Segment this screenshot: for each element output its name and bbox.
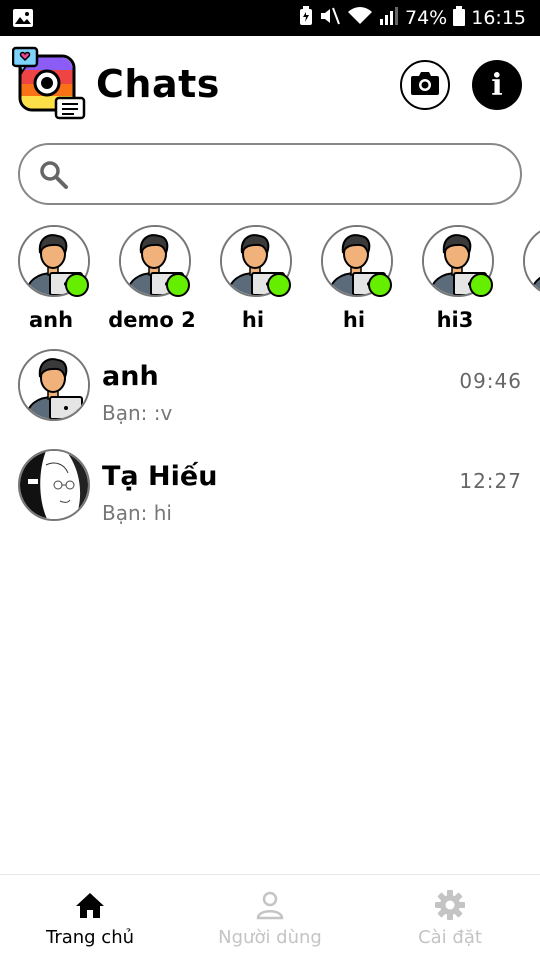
active-user-name: te [505,308,540,332]
camera-button[interactable] [400,60,450,110]
nav-settings[interactable]: Cài đặt [360,875,540,961]
active-user-item[interactable]: hi [202,222,302,342]
home-icon [74,889,106,921]
info-button[interactable]: i [472,60,522,110]
battery-saver-icon [299,5,313,31]
active-user-name: demo 2 [108,308,196,332]
wifi-icon [347,6,373,31]
active-user-name: hi3 [436,308,474,332]
active-user-item[interactable]: anh [0,222,100,342]
nav-users-label: Người dùng [218,927,322,948]
active-user-item[interactable]: te [505,222,540,342]
active-user-name: hi [342,308,366,332]
chat-last-message: Bạn: hi [102,501,172,525]
clock: 16:15 [471,7,526,29]
online-status-dot [267,273,291,297]
search-input[interactable] [84,155,508,195]
page-title: Chats [96,62,220,106]
online-status-dot [166,273,190,297]
nav-users[interactable]: Người dùng [180,875,360,961]
search-icon [38,159,70,195]
chat-last-message: Bạn: :v [102,401,173,425]
avatar [18,449,90,521]
avatar [18,349,90,421]
active-user-item[interactable]: demo 2 [101,222,201,342]
mute-icon [319,6,341,31]
active-user-item[interactable]: hi3 [404,222,504,342]
signal-icon [379,6,399,31]
online-status-dot [469,273,493,297]
active-user-name: anh [28,308,74,332]
chat-name: Tạ Hiếu [102,461,218,492]
online-status-dot [65,273,89,297]
chat-row[interactable]: anh Bạn: :v 09:46 [0,349,540,445]
chat-row[interactable]: Tạ Hiếu Bạn: hi 12:27 [0,449,540,545]
battery-icon [453,5,466,31]
chat-name: anh [102,361,159,392]
settings-icon [434,889,466,921]
bottom-nav: Trang chủ Người dùng Cài đặt [0,874,540,961]
search-bar[interactable] [18,143,522,205]
info-icon: i [491,67,503,103]
camera-icon [410,70,440,100]
active-user-name: hi [241,308,265,332]
chat-time: 12:27 [459,469,522,493]
status-bar: 74% 16:15 [0,0,540,36]
header: Chats i [0,36,540,136]
avatar [523,225,540,297]
online-status-dot [368,273,392,297]
active-user-item[interactable]: hi [303,222,403,342]
nav-settings-label: Cài đặt [418,927,482,948]
chat-time: 09:46 [459,369,522,393]
nav-home-label: Trang chủ [45,927,135,948]
battery-percent: 74% [405,7,448,29]
active-users-strip[interactable]: anh demo 2 hi hi hi3 te [0,222,540,342]
user-icon [254,889,286,921]
nav-home[interactable]: Trang chủ [0,875,180,961]
app-logo-icon [11,46,86,126]
image-icon [12,8,34,32]
